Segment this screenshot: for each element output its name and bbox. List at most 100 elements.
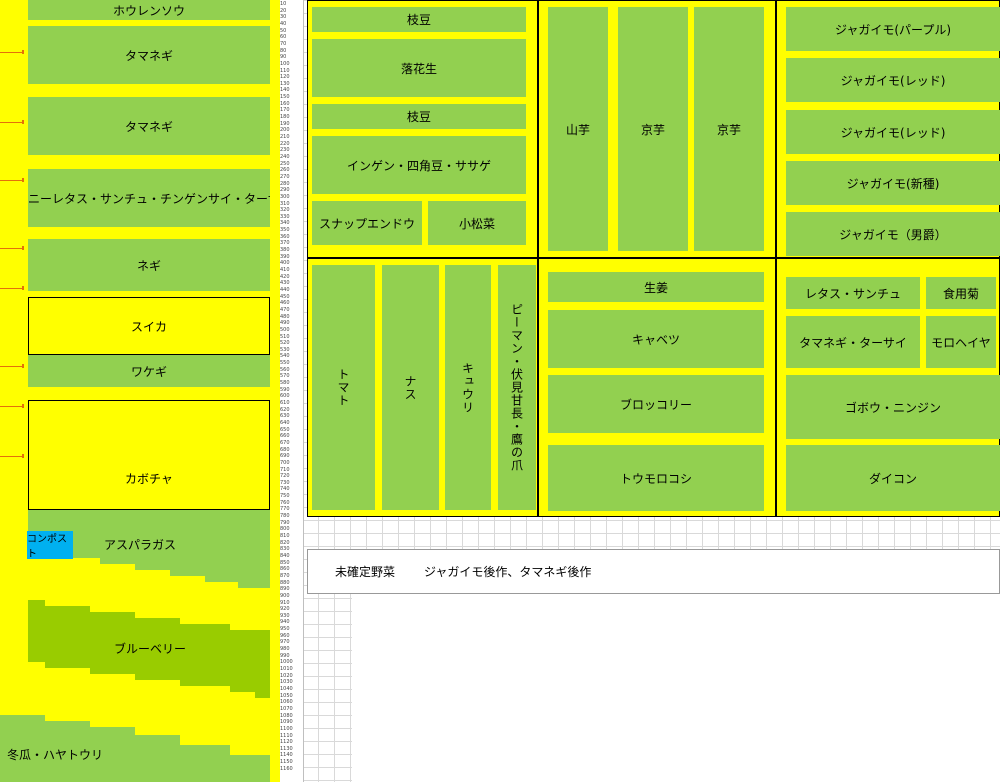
- undecided-value-cell[interactable]: ジャガイモ後作、タマネギ後作: [422, 549, 1000, 594]
- plot-burdock-carrot[interactable]: ゴボウ・ニンジン: [786, 375, 1000, 439]
- plot-onion-1[interactable]: タマネギ: [28, 26, 270, 84]
- plot-daikon[interactable]: ダイコン: [786, 445, 1000, 511]
- ruler-label: 270: [280, 173, 290, 180]
- plot-potato-danshaku[interactable]: ジャガイモ（男爵）: [786, 212, 1000, 256]
- ruler-label: 180: [280, 114, 290, 121]
- ruler-label: 370: [280, 240, 290, 247]
- plot-label: ゴボウ・ニンジン: [844, 400, 941, 415]
- plot-label: ダイコン: [868, 471, 917, 486]
- ruler-label: 720: [280, 473, 290, 480]
- ruler-label: 330: [280, 213, 290, 220]
- plot-tomato[interactable]: トマト: [312, 265, 375, 510]
- plot-wakegi[interactable]: ワケギ: [28, 355, 270, 387]
- ruler-label: 380: [280, 247, 290, 254]
- plot-yamaimo[interactable]: 山芋: [548, 7, 608, 251]
- ruler-label: 480: [280, 313, 290, 320]
- ruler-label: 540: [280, 353, 290, 360]
- plot-watermelon[interactable]: スイカ: [28, 297, 270, 355]
- plot-potato-red-2[interactable]: ジャガイモ(レッド): [786, 110, 1000, 154]
- ruler-label: 70: [280, 40, 287, 47]
- plot-kyoimo-2[interactable]: 京芋: [694, 7, 764, 251]
- plot-compost[interactable]: コンポスト: [27, 531, 73, 560]
- plot-label: ジャガイモ(レッド): [840, 73, 946, 88]
- plot-peanut[interactable]: 落花生: [312, 39, 526, 97]
- ruler-label: 220: [280, 140, 290, 147]
- plot-lettuce-row[interactable]: サニーレタス・サンチュ・チンゲンサイ・ターサイ: [28, 169, 270, 227]
- ruler-label: 400: [280, 260, 290, 267]
- ruler-label: 700: [280, 459, 290, 466]
- ruler-label: 760: [280, 499, 290, 506]
- plot-broccoli[interactable]: ブロッコリー: [548, 375, 764, 433]
- ruler-label: 800: [280, 526, 290, 533]
- ruler-label: 40: [280, 20, 287, 27]
- plot-label: ピーマン・伏見甘長・鷹の爪: [509, 303, 524, 472]
- plot-label: スイカ: [130, 319, 167, 334]
- ruler-label: 1010: [280, 666, 293, 672]
- ruler-label: 850: [280, 559, 290, 566]
- plot-blueberry[interactable]: ブルーベリー: [90, 638, 210, 658]
- plot-onion-tasai[interactable]: タマネギ・ターサイ: [786, 316, 920, 368]
- plot-potato-red-1[interactable]: ジャガイモ(レッド): [786, 58, 1000, 102]
- ruler-label: 110: [280, 67, 290, 74]
- plot-onion-2[interactable]: タマネギ: [28, 97, 270, 155]
- undecided-label-cell[interactable]: 未確定野菜: [307, 549, 423, 594]
- ruler-label: 1070: [280, 705, 293, 712]
- plot-cucumber[interactable]: キュウリ: [445, 265, 491, 510]
- ruler-label: 610: [280, 400, 290, 406]
- plot-ginger[interactable]: 生姜: [548, 272, 764, 302]
- ruler-label: 210: [280, 134, 290, 140]
- ruler-marker: [0, 50, 24, 54]
- plot-negi[interactable]: ネギ: [28, 239, 270, 291]
- plot-beans[interactable]: インゲン・四角豆・ササゲ: [312, 136, 526, 194]
- ruler-label: 890: [280, 586, 290, 593]
- plot-moroheiya[interactable]: モロヘイヤ: [926, 316, 996, 368]
- plot-snap-pea[interactable]: スナップエンドウ: [312, 201, 422, 245]
- plot-label: 枝豆: [406, 13, 431, 27]
- plot-cabbage[interactable]: キャベツ: [548, 310, 764, 368]
- plot-pumpkin[interactable]: カボチャ: [28, 400, 270, 510]
- plot-label: 枝豆: [406, 110, 431, 124]
- plot-label: 冬瓜・ハヤトウリ: [6, 747, 103, 762]
- plot-edible-chrysanthemum[interactable]: 食用菊: [926, 277, 996, 309]
- ruler-label: 350: [280, 227, 290, 234]
- undecided-value: ジャガイモ後作、タマネギ後作: [424, 565, 592, 579]
- ruler-label: 910: [280, 599, 290, 606]
- plot-spinach[interactable]: ホウレンソウ: [28, 0, 270, 20]
- ruler-label: 1150: [280, 759, 293, 766]
- plot-winter-melon[interactable]: 冬瓜・ハヤトウリ: [0, 744, 110, 764]
- ruler-label: 840: [280, 552, 290, 559]
- plot-label: トマト: [336, 368, 350, 407]
- ruler-label: 30: [280, 14, 287, 21]
- plot-label: レタス・サンチュ: [804, 286, 901, 301]
- ruler-label: 940: [280, 619, 290, 626]
- plot-label: タマネギ: [124, 48, 173, 63]
- plot-lettuce[interactable]: レタス・サンチュ: [786, 277, 920, 309]
- plot-label: 山芋: [565, 122, 590, 137]
- ruler-label: 1030: [280, 679, 293, 686]
- ruler-label: 820: [280, 539, 290, 546]
- ruler-label: 60: [280, 34, 287, 41]
- plot-label: モロヘイヤ: [931, 335, 991, 350]
- ruler-label: 930: [280, 612, 290, 619]
- plot-edamame-1[interactable]: 枝豆: [312, 7, 526, 32]
- plot-label: インゲン・四角豆・ササゲ: [346, 158, 491, 173]
- ruler-label: 710: [280, 466, 290, 473]
- plot-label: ワケギ: [130, 364, 167, 379]
- plot-eggplant[interactable]: ナス: [382, 265, 439, 510]
- ruler-label: 990: [280, 652, 290, 659]
- plot-potato-purple[interactable]: ジャガイモ(パープル): [786, 7, 1000, 51]
- ruler-label: 80: [280, 47, 287, 54]
- plot-komatsuna[interactable]: 小松菜: [428, 201, 526, 245]
- plot-pepper[interactable]: ピーマン・伏見甘長・鷹の爪: [498, 265, 536, 510]
- ruler-label: 20: [280, 7, 287, 14]
- plot-label: ジャガイモ(レッド): [840, 125, 946, 140]
- ruler-label: 410: [280, 267, 290, 273]
- plot-corn[interactable]: トウモロコシ: [548, 445, 764, 511]
- plot-label: アスパラガス: [103, 537, 176, 552]
- plot-kyoimo-1[interactable]: 京芋: [618, 7, 688, 251]
- plot-edamame-2[interactable]: 枝豆: [312, 104, 526, 129]
- plot-asparagus[interactable]: アスパラガス: [90, 534, 190, 554]
- plot-potato-new[interactable]: ジャガイモ(新種): [786, 161, 1000, 205]
- plot-label: カボチャ: [125, 472, 173, 486]
- ruler-marker: [0, 454, 24, 458]
